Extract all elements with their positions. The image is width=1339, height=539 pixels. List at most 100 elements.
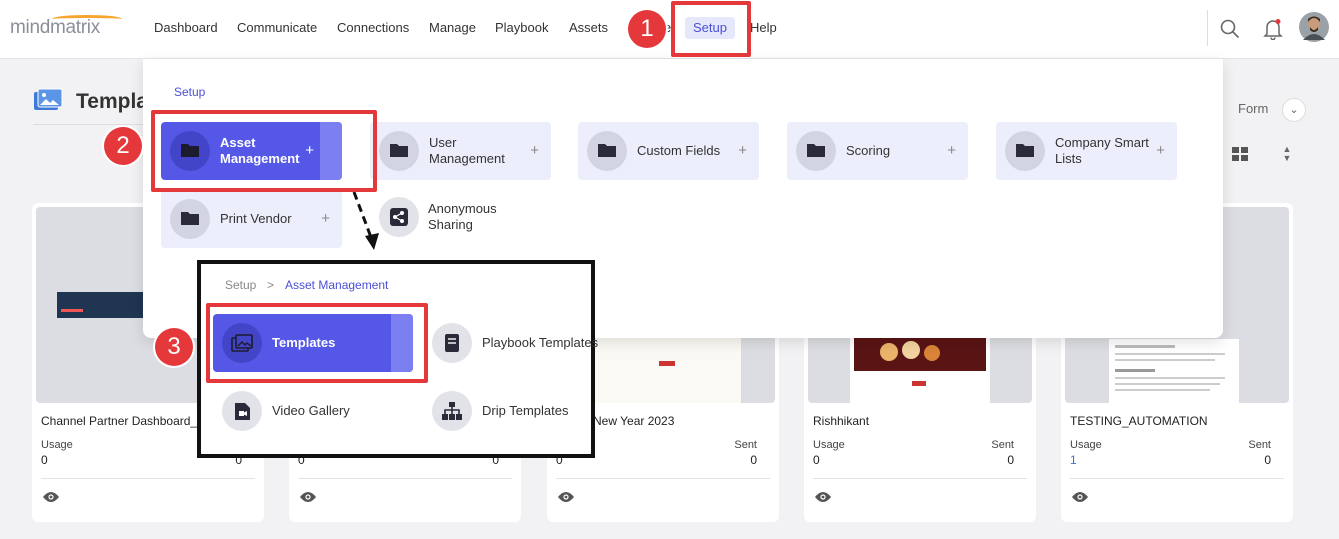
sent-value: 0 <box>1264 453 1271 467</box>
eye-icon[interactable] <box>1071 491 1089 503</box>
tile-icon-circle <box>432 323 472 363</box>
tile-label: Custom Fields <box>637 143 721 158</box>
usage-value: 0 <box>41 453 48 467</box>
tile-icon-circle <box>222 391 262 431</box>
submenu-label: Drip Templates <box>482 403 569 418</box>
usage-value: 0 <box>813 453 820 467</box>
sent-label: Sent <box>1248 439 1271 451</box>
sent-value: 0 <box>1007 453 1014 467</box>
submenu-item-drip-templates[interactable]: Drip Templates <box>423 382 593 440</box>
nav-communicate[interactable]: Communicate <box>237 20 317 35</box>
card-divider <box>556 478 770 479</box>
tile-icon-circle <box>432 391 472 431</box>
eye-icon[interactable] <box>299 491 317 503</box>
tile-company-smart-lists[interactable]: Company Smart Lists + <box>996 122 1177 180</box>
title-underline <box>33 124 153 125</box>
submenu-label: Playbook Templates <box>482 335 599 350</box>
card-title: New Year 2023 <box>593 414 675 428</box>
plus-icon[interactable]: + <box>947 142 956 159</box>
card-divider <box>813 478 1027 479</box>
search-icon[interactable] <box>1220 19 1240 39</box>
sitemap-icon <box>442 402 462 420</box>
plus-icon[interactable]: + <box>1156 142 1165 159</box>
tile-label: Print Vendor <box>220 211 292 226</box>
video-file-icon <box>235 403 250 420</box>
submenu-label: Video Gallery <box>272 403 350 418</box>
sent-label: Sent <box>734 439 757 451</box>
page-title: Templa <box>76 90 148 113</box>
eye-icon[interactable] <box>42 491 60 503</box>
mindmatrix-logo[interactable]: mindmatrix <box>10 15 122 39</box>
form-filter-label[interactable]: Form <box>1238 101 1268 116</box>
tile-custom-fields[interactable]: Custom Fields + <box>578 122 759 180</box>
dashed-arrow-annotation <box>352 191 379 250</box>
card-title: Channel Partner Dashboard_C <box>41 414 206 428</box>
folder-icon <box>390 144 408 157</box>
tile-label: User Management <box>429 135 505 166</box>
nav-connections[interactable]: Connections <box>337 20 409 35</box>
nav-divider <box>1207 10 1208 46</box>
thumbnail-page <box>850 337 990 403</box>
folder-icon <box>181 212 199 225</box>
chevron-down-icon[interactable]: ⌄ <box>1282 98 1306 122</box>
submenu-item-playbook-templates[interactable]: Playbook Templates <box>423 314 598 372</box>
highlight-box-asset-management <box>151 110 377 192</box>
folder-icon <box>1016 144 1034 157</box>
card-divider <box>298 478 512 479</box>
thumbnail-page <box>1109 339 1239 403</box>
step-badge-2: 2 <box>104 127 142 165</box>
notification-bell-icon[interactable] <box>1263 18 1283 40</box>
plus-icon[interactable]: + <box>321 210 330 227</box>
logo-arc <box>52 15 122 23</box>
tile-icon-circle <box>796 131 836 171</box>
tile-scoring[interactable]: Scoring + <box>787 122 968 180</box>
tile-print-vendor[interactable]: Print Vendor + <box>161 190 342 248</box>
tile-label: Company Smart Lists <box>1055 135 1149 166</box>
highlight-box-templates <box>206 303 428 383</box>
tile-user-management[interactable]: User Management + <box>370 122 551 180</box>
plus-icon[interactable]: + <box>738 142 747 159</box>
step-badge-1: 1 <box>628 10 666 48</box>
tile-icon-circle <box>379 131 419 171</box>
nav-help[interactable]: Help <box>750 20 777 35</box>
sent-label: Sent <box>991 439 1014 451</box>
top-nav-bar: mindmatrix Dashboard Communicate Connect… <box>0 0 1339 59</box>
sort-icon[interactable]: ▲ ▼ <box>1281 145 1293 165</box>
share-icon <box>390 208 408 226</box>
card-divider <box>41 478 255 479</box>
nav-manage[interactable]: Manage <box>429 20 476 35</box>
chevron-right-icon: > <box>267 278 275 292</box>
nav-assets[interactable]: Assets <box>569 20 608 35</box>
card-divider <box>1070 478 1284 479</box>
subcrumb-root[interactable]: Setup <box>225 278 256 292</box>
usage-label: Usage <box>813 439 845 451</box>
nav-dashboard[interactable]: Dashboard <box>154 20 218 35</box>
item-anonymous-sharing[interactable]: Anonymous Sharing <box>379 188 559 246</box>
sent-value: 0 <box>750 453 757 467</box>
eye-icon[interactable] <box>557 491 575 503</box>
usage-value-link[interactable]: 1 <box>1070 453 1077 467</box>
thumbnail-page <box>591 337 741 403</box>
folder-icon <box>598 144 616 157</box>
tile-icon-circle <box>1005 131 1045 171</box>
book-icon <box>445 334 459 352</box>
card-title: Rishhikant <box>813 414 870 428</box>
submenu-item-video-gallery[interactable]: Video Gallery <box>213 382 413 440</box>
templates-page-icon <box>34 88 63 110</box>
step-badge-3: 3 <box>155 328 193 366</box>
tile-label: Anonymous Sharing <box>428 201 497 232</box>
card-title: TESTING_AUTOMATION <box>1070 414 1208 428</box>
subcrumb-current: Asset Management <box>285 278 389 292</box>
tile-label: Scoring <box>846 143 891 158</box>
grid-view-icon[interactable] <box>1232 147 1248 161</box>
folder-icon <box>807 144 825 157</box>
highlight-box-setup <box>671 1 751 57</box>
dropdown-breadcrumb[interactable]: Setup <box>174 85 205 99</box>
nav-playbook[interactable]: Playbook <box>495 20 548 35</box>
tile-icon-circle <box>170 199 210 239</box>
usage-label: Usage <box>1070 439 1102 451</box>
plus-icon[interactable]: + <box>530 142 539 159</box>
eye-icon[interactable] <box>814 491 832 503</box>
tile-icon-circle <box>587 131 627 171</box>
user-avatar[interactable] <box>1299 12 1329 42</box>
